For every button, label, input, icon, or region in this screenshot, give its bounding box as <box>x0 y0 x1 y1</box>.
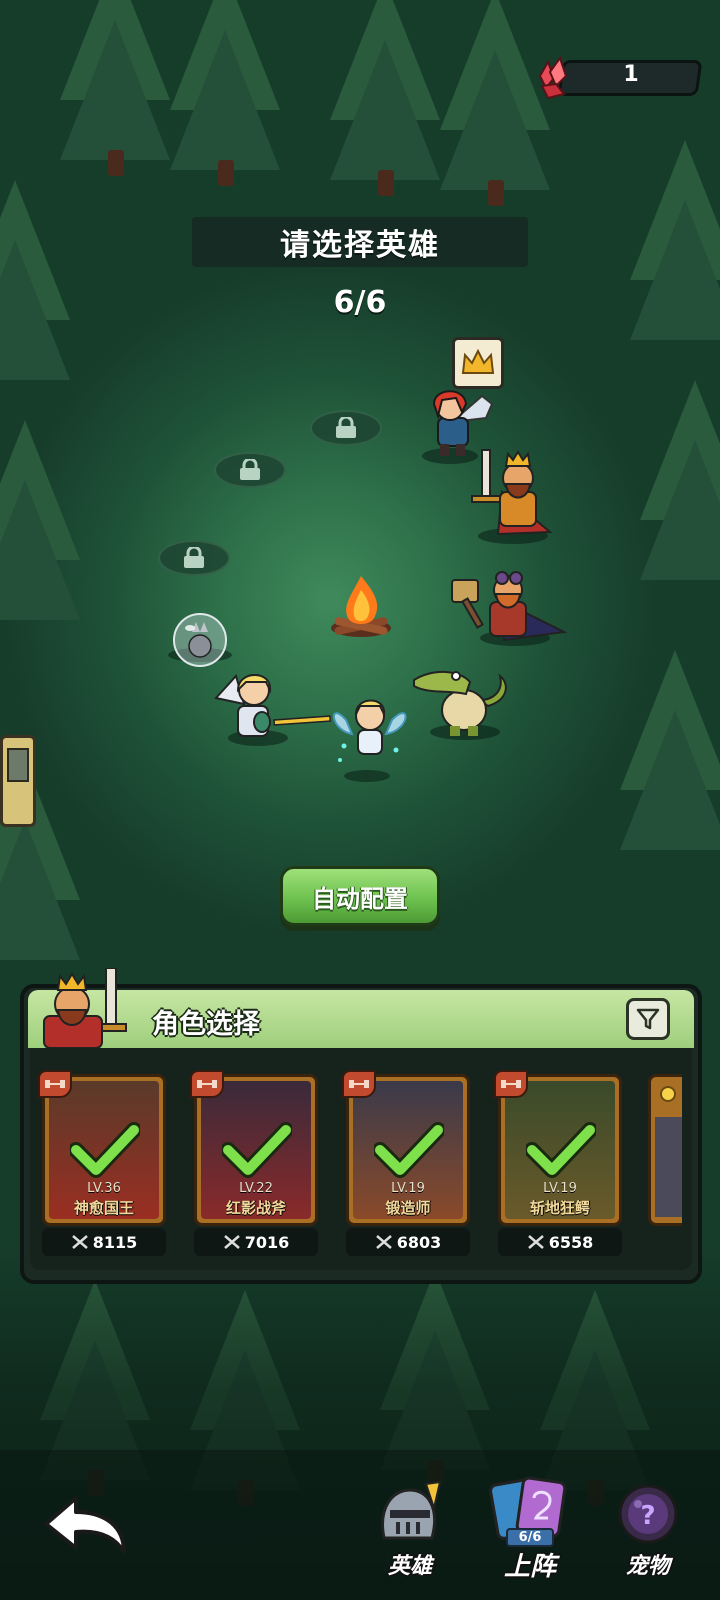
campfire-icon <box>331 576 391 637</box>
dumbbell-icon <box>190 1070 224 1098</box>
locked-slot[interactable] <box>158 540 230 576</box>
hero-power-value: 6803 <box>396 1232 442 1252</box>
hero-power: 8115 <box>42 1228 166 1256</box>
hero-paladin[interactable] <box>214 668 334 748</box>
dumbbell-icon <box>342 1070 376 1098</box>
pet-egg-icon: ? <box>618 1484 678 1544</box>
lineup-count: 6/6 <box>506 1528 554 1547</box>
filter-button[interactable] <box>626 998 670 1040</box>
nav-lineup-label: 上阵 <box>503 1552 556 1582</box>
filter-icon <box>636 1008 660 1030</box>
hero-healing-king[interactable] <box>462 448 562 540</box>
knight-helmet-icon <box>381 1480 442 1540</box>
hero-card[interactable]: LV.22 红影战斧 7016 <box>190 1070 318 1256</box>
crossed-swords-icon <box>527 1235 544 1249</box>
crossed-swords-icon <box>223 1235 240 1249</box>
hero-crocodile[interactable] <box>404 656 514 740</box>
hero-power-value: 7016 <box>244 1232 290 1252</box>
lock-icon <box>240 459 260 480</box>
back-arrow-icon[interactable] <box>40 1490 130 1560</box>
checkmark-icon <box>222 1122 292 1178</box>
crown-icon <box>461 349 495 374</box>
auto-config-button[interactable]: 自动配置 <box>280 866 440 926</box>
checkmark-icon <box>70 1122 140 1178</box>
nav-heroes-label: 英雄 <box>387 1554 432 1579</box>
king-portrait-icon <box>43 968 127 1048</box>
hero-power: 6558 <box>498 1228 622 1256</box>
nav-pets[interactable]: ? 宠物 <box>598 1478 698 1588</box>
hero-name: 神愈国王 <box>73 1199 134 1217</box>
hero-level: LV.22 <box>239 1181 273 1196</box>
side-handheld-device[interactable] <box>0 735 36 827</box>
nav-heroes[interactable]: 英雄 <box>360 1478 460 1588</box>
title-banner: 请选择英雄 <box>192 217 528 267</box>
hero-power: 6803 <box>346 1228 470 1256</box>
page-title: 请选择英雄 <box>280 228 440 263</box>
red-crystal-icon <box>538 56 568 100</box>
dumbbell-icon <box>38 1070 72 1098</box>
hero-card-partial[interactable] <box>648 1074 682 1226</box>
hero-name: 斩地狂鳄 <box>529 1199 590 1217</box>
dumbbell-icon <box>494 1070 528 1098</box>
panel-title: 角色选择 <box>152 1009 260 1040</box>
hero-card[interactable]: LV.19 斩地狂鳄 6558 <box>494 1070 622 1256</box>
sun-icon <box>660 1086 676 1102</box>
locked-slot[interactable] <box>214 452 286 488</box>
nav-lineup[interactable]: 6/6 上阵 <box>480 1476 580 1588</box>
hero-name: 锻造师 <box>385 1199 431 1217</box>
hero-level: LV.19 <box>543 1181 577 1196</box>
currency-count: 1 <box>623 62 639 87</box>
crossed-swords-icon <box>375 1235 392 1249</box>
locked-slot[interactable] <box>310 410 382 446</box>
slot-count: 6/6 <box>333 285 387 320</box>
crossed-swords-icon <box>71 1235 88 1249</box>
hero-power-value: 6558 <box>548 1232 594 1252</box>
lock-icon <box>336 417 356 438</box>
checkmark-icon <box>526 1122 596 1178</box>
hero-level: LV.36 <box>87 1181 121 1196</box>
hero-power: 7016 <box>194 1228 318 1256</box>
hero-card[interactable]: LV.19 锻造师 6803 <box>342 1070 470 1256</box>
pet-bubble[interactable] <box>170 612 230 668</box>
auto-config-label: 自动配置 <box>312 884 408 913</box>
hero-power-value: 8115 <box>92 1232 138 1252</box>
hero-fairy[interactable] <box>326 690 416 770</box>
checkmark-icon <box>374 1122 444 1178</box>
hero-card[interactable]: LV.36 神愈国王 8115 <box>38 1070 166 1256</box>
hero-blacksmith[interactable] <box>444 566 572 646</box>
hero-name: 红影战斧 <box>225 1199 286 1217</box>
hero-level: LV.19 <box>391 1181 425 1196</box>
svg-text:?: ? <box>640 1501 655 1531</box>
nav-pets-label: 宠物 <box>625 1554 670 1579</box>
lock-icon <box>184 547 204 568</box>
